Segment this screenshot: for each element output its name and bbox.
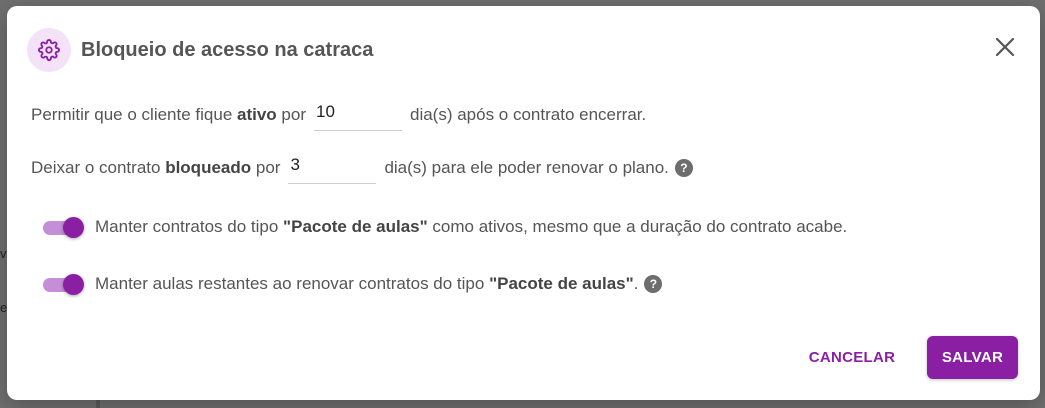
backdrop-fragment: e (0, 300, 8, 315)
help-icon[interactable]: ? (674, 158, 693, 177)
toggle1-suffix-text: como ativos, mesmo que a duração do cont… (427, 217, 848, 236)
active-days-row: Permitir que o cliente fique ativo por d… (31, 98, 646, 131)
active-prefix-text: Permitir que o cliente fique (31, 104, 237, 124)
blocked-bold-text: bloqueado (165, 157, 252, 177)
backdrop-fragment: v (0, 246, 7, 261)
keep-remaining-classes-toggle[interactable] (43, 273, 84, 295)
close-icon (995, 37, 1015, 57)
dialog-title: Bloqueio de acesso na catraca (81, 38, 374, 61)
close-button[interactable] (992, 34, 1018, 60)
toggle-row-keep-active: Manter contratos do tipo "Pacote de aula… (43, 216, 847, 238)
active-mid-text: por (276, 104, 306, 124)
toggle-row-keep-classes: Manter aulas restantes ao renovar contra… (43, 273, 663, 295)
toggle1-bold-text: "Pacote de aulas" (283, 217, 428, 236)
blocked-days-input[interactable] (288, 151, 377, 184)
dialog-header: Bloqueio de acesso na catraca (27, 28, 373, 72)
cancel-button[interactable]: CANCELAR (797, 336, 907, 378)
save-button[interactable]: SALVAR (927, 336, 1018, 379)
keep-package-active-toggle[interactable] (43, 216, 84, 238)
active-suffix-text: dia(s) após o contrato encerrar. (409, 104, 647, 124)
access-block-dialog: Bloqueio de acesso na catraca Permitir q… (7, 6, 1040, 400)
gear-icon (27, 28, 71, 72)
blocked-suffix-text: dia(s) para ele poder renovar o plano. (384, 157, 669, 177)
toggle2-bold-text: "Pacote de aulas" (489, 274, 634, 293)
active-days-input[interactable] (313, 98, 402, 131)
toggle2-prefix-text: Manter aulas restantes ao renovar contra… (95, 274, 490, 293)
blocked-days-row: Deixar o contrato bloqueado por dia(s) p… (31, 151, 693, 184)
toggle2-suffix-text: . (633, 274, 639, 293)
toggle-thumb (63, 217, 84, 238)
help-icon[interactable]: ? (644, 275, 663, 293)
toggle1-prefix-text: Manter contratos do tipo (95, 217, 284, 236)
blocked-prefix-text: Deixar o contrato (31, 157, 166, 177)
toggle-thumb (63, 274, 84, 295)
blocked-mid-text: por (251, 157, 281, 177)
active-bold-text: ativo (237, 104, 277, 124)
backdrop-divider (96, 400, 100, 408)
